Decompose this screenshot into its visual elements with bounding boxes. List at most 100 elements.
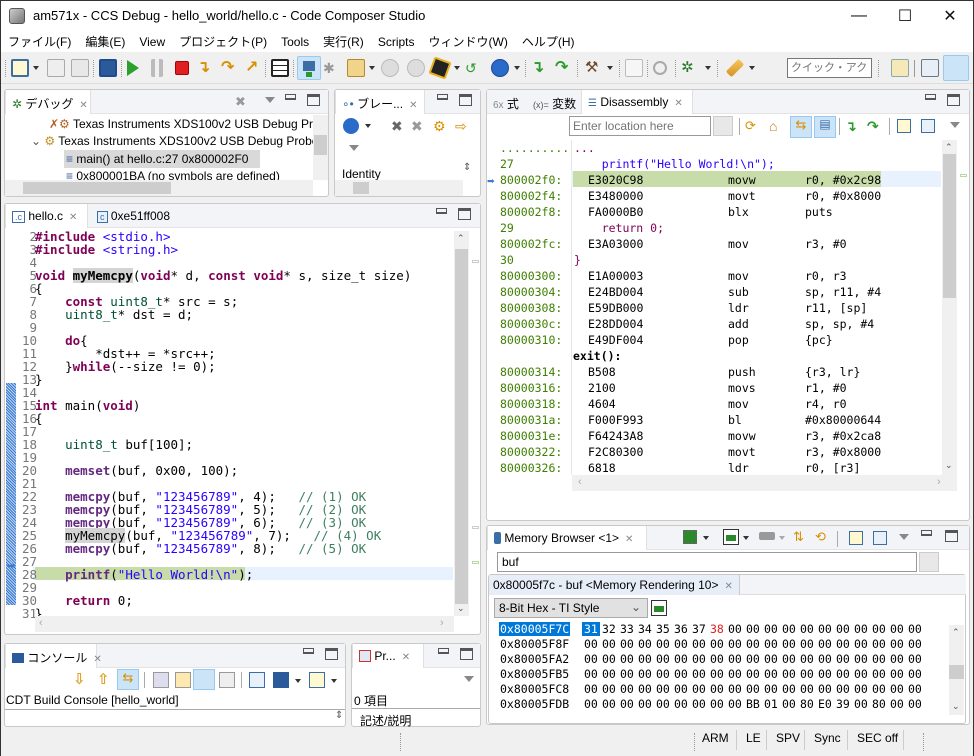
memory-byte[interactable]: 00 bbox=[584, 682, 598, 696]
memory-byte[interactable]: 00 bbox=[584, 652, 598, 666]
location-input[interactable] bbox=[569, 116, 711, 136]
debug-tree-item-selected[interactable]: ≡ main() at hello.c:27 0x800002F0 bbox=[64, 150, 260, 168]
new-view-icon[interactable] bbox=[849, 531, 863, 545]
memory-byte[interactable]: 80 bbox=[872, 697, 886, 711]
arrow-up-icon[interactable]: ⇧ bbox=[97, 670, 113, 688]
scroll-up-icon[interactable]: ⌃ bbox=[457, 233, 465, 244]
maximize-button[interactable]: ☐ bbox=[882, 1, 928, 31]
memory-grid-icon[interactable] bbox=[271, 59, 289, 77]
asm-step-into-icon[interactable]: ↴ bbox=[531, 59, 549, 77]
tab-variables[interactable]: (x)= 変数 bbox=[527, 90, 582, 114]
new-breakpoint-dropdown-icon[interactable] bbox=[365, 124, 371, 128]
editor-vscrollbar[interactable]: ⌃ ⌄ bbox=[454, 231, 469, 616]
memory-byte[interactable]: 00 bbox=[800, 622, 814, 636]
breakpoint-dropdown-icon[interactable] bbox=[514, 66, 520, 70]
scroll-left-icon[interactable]: ‹ bbox=[39, 617, 43, 629]
memory-byte[interactable]: 00 bbox=[782, 682, 796, 696]
menu-help[interactable]: ヘルプ(H) bbox=[515, 30, 582, 52]
memory-card-icon[interactable] bbox=[723, 529, 739, 545]
memory-byte[interactable]: 00 bbox=[854, 637, 868, 651]
memory-byte[interactable]: 00 bbox=[890, 667, 904, 681]
memory-byte[interactable]: 80 bbox=[800, 697, 814, 711]
load-dropdown-icon[interactable] bbox=[369, 66, 375, 70]
memory-byte[interactable]: 38 bbox=[710, 622, 724, 636]
memory-byte[interactable]: 00 bbox=[620, 667, 634, 681]
memory-byte[interactable]: 00 bbox=[908, 682, 922, 696]
memory-byte[interactable]: 00 bbox=[674, 652, 688, 666]
terminal-icon[interactable] bbox=[99, 59, 117, 77]
tab-breakpoints[interactable]: ∘• ブレー... ✕ bbox=[335, 90, 425, 114]
close-button[interactable]: ✕ bbox=[927, 1, 973, 31]
debug-tree-item[interactable]: ⌄ ⚙ Texas Instruments XDS100v2 USB Debug… bbox=[31, 134, 313, 148]
memory-byte[interactable]: 00 bbox=[872, 667, 886, 681]
memory-byte[interactable]: 00 bbox=[638, 667, 652, 681]
target-chip-icon[interactable] bbox=[428, 56, 452, 80]
memory-byte[interactable]: 00 bbox=[638, 682, 652, 696]
go-to-location-icon[interactable] bbox=[713, 116, 733, 136]
menu-edit[interactable]: 編集(E) bbox=[78, 30, 132, 52]
ccs-edit-perspective-icon[interactable] bbox=[921, 59, 939, 77]
asm-step-over-icon[interactable]: ↷ bbox=[867, 118, 883, 134]
chevron-down-icon[interactable]: ⌄ bbox=[31, 134, 41, 148]
close-icon[interactable]: ✕ bbox=[409, 100, 417, 111]
memory-byte[interactable]: 00 bbox=[800, 652, 814, 666]
menu-scripts[interactable]: Scripts bbox=[371, 32, 422, 54]
disassembly-content[interactable]: ............. 27 printf("Hello World!\n")… bbox=[500, 140, 940, 475]
breakpoint-icon[interactable] bbox=[491, 59, 509, 77]
memory-byte[interactable]: 00 bbox=[836, 637, 850, 651]
maximize-icon[interactable] bbox=[325, 648, 338, 660]
memory-byte[interactable]: 35 bbox=[656, 622, 670, 636]
menu-file[interactable]: ファイル(F) bbox=[1, 30, 78, 52]
memory-byte[interactable]: 00 bbox=[620, 682, 634, 696]
maximize-icon[interactable] bbox=[458, 208, 471, 220]
debug-tree-item[interactable]: ≡ 0x800001BA (no symbols are defined) bbox=[66, 169, 280, 180]
memory-byte[interactable]: 00 bbox=[908, 652, 922, 666]
memory-byte[interactable]: 00 bbox=[782, 697, 796, 711]
memory-byte[interactable]: 00 bbox=[872, 637, 886, 651]
memory-byte[interactable]: 00 bbox=[728, 637, 742, 651]
save-icon[interactable] bbox=[47, 59, 65, 77]
memory-byte[interactable]: 00 bbox=[764, 652, 778, 666]
load-program-icon[interactable] bbox=[347, 59, 365, 77]
overview-marker[interactable] bbox=[960, 174, 967, 177]
debug-hscrollbar[interactable] bbox=[5, 180, 313, 196]
memory-byte[interactable]: 00 bbox=[602, 667, 616, 681]
debug-tree-item[interactable]: ✗⚙ Texas Instruments XDS100v2 USB Debug … bbox=[49, 117, 313, 131]
memory-byte[interactable]: 00 bbox=[908, 637, 922, 651]
memory-byte[interactable]: 00 bbox=[620, 652, 634, 666]
step-over-icon[interactable]: ↷ bbox=[221, 59, 239, 77]
debug-probe-icon[interactable]: ✱ bbox=[323, 59, 341, 77]
quick-access-input[interactable] bbox=[787, 58, 872, 78]
memory-byte[interactable]: 00 bbox=[764, 682, 778, 696]
memory-byte[interactable]: 00 bbox=[854, 667, 868, 681]
save-log-icon[interactable] bbox=[153, 672, 169, 688]
close-icon[interactable]: ✕ bbox=[69, 212, 77, 223]
menu-tools[interactable]: Tools bbox=[274, 32, 316, 54]
memory-byte[interactable]: 00 bbox=[854, 652, 868, 666]
debug-bug-icon[interactable]: ✲ bbox=[681, 59, 699, 77]
word-wrap-icon[interactable] bbox=[193, 669, 215, 690]
memory-byte[interactable]: 00 bbox=[764, 622, 778, 636]
menu-project[interactable]: プロジェクト(P) bbox=[172, 30, 274, 52]
view-menu-icon[interactable] bbox=[464, 676, 474, 682]
memory-byte[interactable]: 00 bbox=[746, 682, 760, 696]
memory-address[interactable]: 0x80005FDB bbox=[499, 697, 570, 711]
refresh-icon[interactable]: ⟳ bbox=[745, 118, 761, 134]
minimize-icon[interactable] bbox=[438, 648, 449, 654]
memory-byte[interactable]: 00 bbox=[638, 637, 652, 651]
memory-byte[interactable]: 00 bbox=[692, 697, 706, 711]
scroll-thumb[interactable] bbox=[943, 154, 956, 298]
new-breakpoint-icon[interactable] bbox=[343, 118, 359, 134]
search-icon[interactable] bbox=[653, 61, 667, 75]
memory-byte[interactable]: 01 bbox=[764, 697, 778, 711]
open-perspective-icon[interactable] bbox=[891, 59, 909, 77]
ccs-debug-perspective-icon[interactable] bbox=[943, 55, 969, 81]
memory-byte[interactable]: BB bbox=[746, 697, 760, 711]
memory-byte[interactable]: 00 bbox=[890, 682, 904, 696]
memory-byte[interactable]: 00 bbox=[674, 667, 688, 681]
memory-byte[interactable]: 00 bbox=[818, 682, 832, 696]
scroll-down-icon[interactable]: ⌄ bbox=[952, 701, 960, 712]
memory-address[interactable]: 0x80005FC8 bbox=[499, 682, 570, 696]
memory-byte[interactable]: 00 bbox=[890, 637, 904, 651]
memory-byte[interactable]: 00 bbox=[800, 667, 814, 681]
